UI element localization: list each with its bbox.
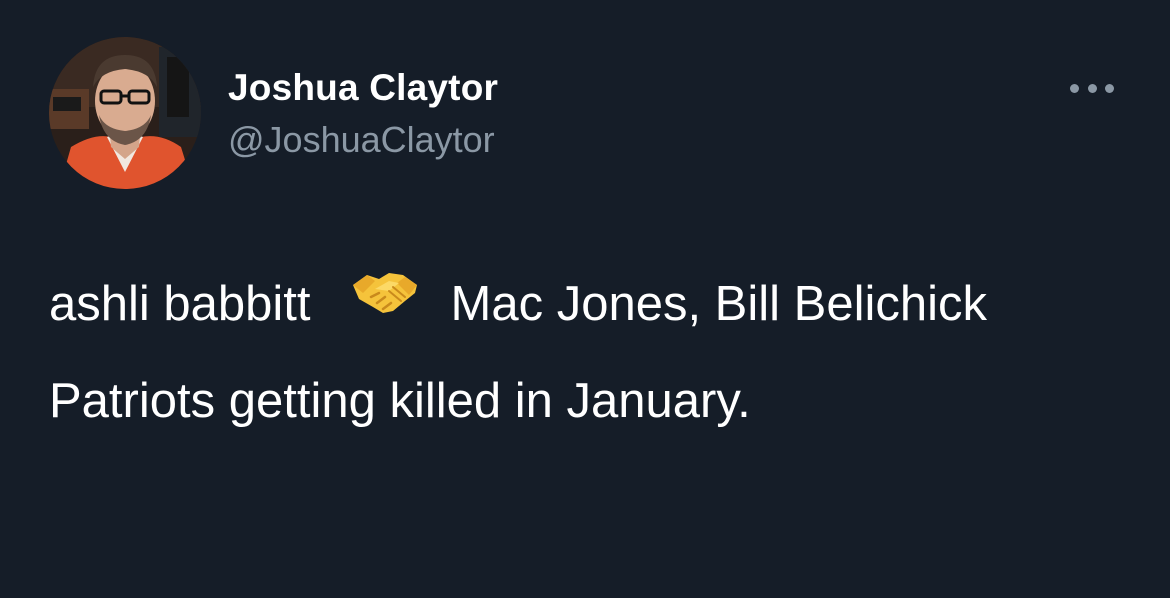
more-horizontal-icon-dot [1105, 83, 1114, 93]
tweet-paragraph: ashli babbitt Mac Jones, Bill Belichick [49, 264, 1119, 347]
handshake-emoji-icon [349, 261, 421, 341]
tweet-text-segment: ashli babbitt [49, 277, 311, 331]
tweet-card: Joshua Claytor @JoshuaClaytor ashli babb… [0, 0, 1170, 598]
more-options-button[interactable] [1064, 70, 1120, 106]
tweet-paragraph: Patriots getting killed in January. [49, 374, 751, 429]
tweet-text: ashli babbitt Mac Jones, Bill Belichick … [49, 264, 1119, 441]
more-horizontal-icon [1070, 83, 1079, 93]
avatar-photo-image [49, 37, 201, 189]
author-name[interactable]: Joshua Claytor [228, 66, 498, 110]
author-handle[interactable]: @JoshuaClaytor [228, 118, 495, 162]
author-avatar[interactable] [49, 37, 201, 189]
more-horizontal-icon-dot [1087, 83, 1097, 93]
tweet-text-segment: Mac Jones, Bill Belichick [450, 277, 987, 331]
